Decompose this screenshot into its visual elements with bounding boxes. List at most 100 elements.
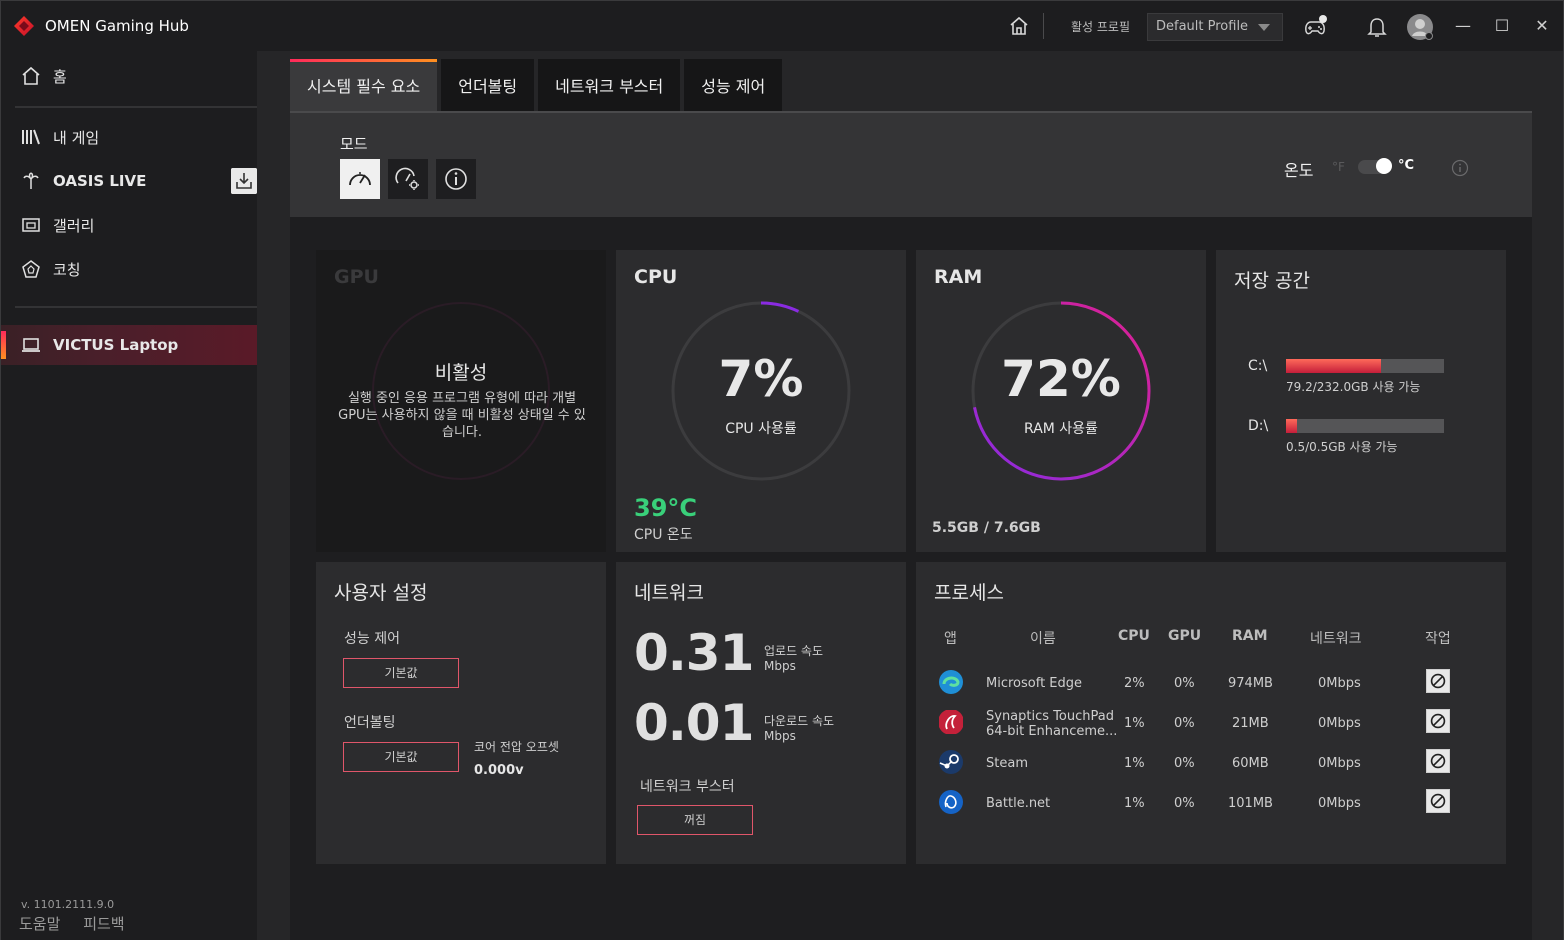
undervolting-label: 언더볼팅 [344,715,396,731]
drive-c-info: 79.2/232.0GB 사용 가능 [1286,380,1421,394]
laptop-icon [22,338,40,352]
table-row: Microsoft Edge 2% 0% 974MB 0Mbps [916,664,1506,704]
sidebar-item-label: 갤러리 [53,216,95,235]
omen-window: OMEN Gaming Hub 활성 프로필 Default Profile —… [0,0,1564,940]
sidebar-divider [15,306,257,308]
sidebar-item-my-games[interactable]: 내 게임 [1,117,257,157]
upload-speed-label: 업로드 속도 Mbps [764,644,823,674]
storage-card: 저장 공간 C:\ 79.2/232.0GB 사용 가능 D:\ 0.5/0.5… [1216,250,1506,552]
avatar[interactable] [1406,13,1434,41]
process-gpu: 0% [1174,676,1195,691]
sidebar-item-label: VICTUS Laptop [53,336,179,354]
app-title: OMEN Gaming Hub [45,17,189,35]
cpu-usage-label: CPU 사용률 [725,421,797,437]
process-name-line1: Synaptics TouchPad [986,709,1114,724]
battlenet-icon [939,790,963,814]
mode-custom-button[interactable] [388,159,428,199]
process-network: 0Mbps [1318,756,1361,771]
home-icon[interactable] [1008,15,1030,37]
close-icon[interactable]: ✕ [1533,17,1551,35]
active-indicator [1,331,6,359]
sidebar-item-home[interactable]: 홈 [1,56,257,96]
process-name: Battle.net [986,796,1051,811]
sidebar-item-oasis-live[interactable]: OASIS LIVE [1,161,257,201]
edge-icon [939,670,963,694]
perf-control-label: 성능 제어 [344,631,400,647]
table-row: Battle.net 1% 0% 101MB 0Mbps [916,784,1506,824]
tab-network-booster[interactable]: 네트워크 부스터 [538,59,681,111]
sidebar-item-gallery[interactable]: 갤러리 [1,205,257,245]
process-gpu: 0% [1174,716,1195,731]
drive-c-bar [1286,359,1444,373]
main-content: 시스템 필수 요소 언더볼팅 네트워크 부스터 성능 제어 모드 온도 °F °… [257,51,1563,940]
fahrenheit-label: °F [1332,160,1345,174]
info-icon[interactable] [1451,159,1469,177]
mode-performance-button[interactable] [340,159,380,199]
ram-amount: 5.5GB / 7.6GB [932,520,1041,536]
col-cpu: CPU [1118,628,1150,644]
process-name: Synaptics TouchPad 64-bit Enhanceme... [986,709,1117,739]
tab-system-essentials[interactable]: 시스템 필수 요소 [290,59,438,111]
temperature-unit-toggle[interactable] [1358,158,1392,174]
sidebar-item-label: 코칭 [53,260,81,279]
toggle-knob [1376,158,1392,174]
palm-tree-icon [23,172,39,189]
profile-select[interactable]: Default Profile [1147,13,1283,41]
sidebar-item-coaching[interactable]: 코칭 [1,249,257,289]
title-separator [1043,13,1044,39]
core-voltage-offset-label: 코어 전압 오프셋 [474,740,559,754]
process-ram: 60MB [1232,756,1269,771]
sidebar-item-victus-laptop[interactable]: VICTUS Laptop [1,325,257,365]
table-row: Synaptics TouchPad 64-bit Enhanceme... 1%… [916,704,1506,744]
download-icon[interactable] [231,168,257,194]
drive-d-bar [1286,419,1444,433]
end-process-button[interactable] [1426,709,1450,733]
tab-undervolting[interactable]: 언더볼팅 [441,59,535,111]
end-process-button[interactable] [1426,789,1450,813]
download-unit: Mbps [764,729,796,743]
mode-info-button[interactable] [436,159,476,199]
sidebar-item-label: 내 게임 [53,128,100,147]
undervolting-button[interactable]: 기본값 [343,742,459,772]
download-speed-value: 0.01 [634,694,754,752]
process-name-line2: 64-bit Enhanceme... [986,724,1118,739]
gpu-title: GPU [334,266,379,288]
cpu-card: CPU 7% CPU 사용률 39°C CPU 온도 [616,250,906,552]
core-voltage-offset-value: 0.000v [474,763,524,778]
process-gpu: 0% [1174,756,1195,771]
network-booster-button[interactable]: 꺼짐 [637,805,753,835]
sidebar-divider [15,106,257,108]
feedback-link[interactable]: 피드백 [83,915,124,933]
user-settings-title: 사용자 설정 [334,582,428,604]
end-process-button[interactable] [1426,749,1450,773]
network-title: 네트워크 [634,582,704,604]
drive-d-fill [1286,419,1298,433]
end-process-button[interactable] [1426,669,1450,693]
process-ram: 974MB [1228,676,1273,691]
processes-title: 프로세스 [934,582,1004,604]
upload-speed-value: 0.31 [634,624,754,682]
process-name: Microsoft Edge [986,676,1083,691]
gamepad-icon[interactable] [1301,13,1329,41]
upload-label-text: 업로드 속도 [764,644,824,658]
perf-control-button[interactable]: 기본값 [343,658,459,688]
col-name: 이름 [1030,631,1056,647]
celsius-label: °C [1398,158,1415,173]
minimize-icon[interactable]: — [1454,17,1472,35]
col-app: 앱 [944,631,957,647]
ram-title: RAM [934,266,983,288]
cpu-title: CPU [634,266,678,288]
download-speed-label: 다운로드 속도 Mbps [764,714,834,744]
bell-icon[interactable] [1363,13,1391,41]
tab-performance-control[interactable]: 성능 제어 [684,59,783,111]
drive-d-info: 0.5/0.5GB 사용 가능 [1286,440,1398,454]
col-gpu: GPU [1168,628,1202,644]
title-bar: OMEN Gaming Hub 활성 프로필 Default Profile —… [1,1,1563,51]
processes-card: 프로세스 앱 이름 CPU GPU RAM 네트워크 작업 Microsoft … [916,562,1506,864]
maximize-icon[interactable]: ☐ [1493,17,1511,35]
help-link[interactable]: 도움말 [19,915,60,933]
process-network: 0Mbps [1318,796,1361,811]
version-text: v. 1101.2111.9.0 [21,898,115,911]
coaching-icon [22,260,40,278]
process-cpu: 2% [1124,676,1145,691]
